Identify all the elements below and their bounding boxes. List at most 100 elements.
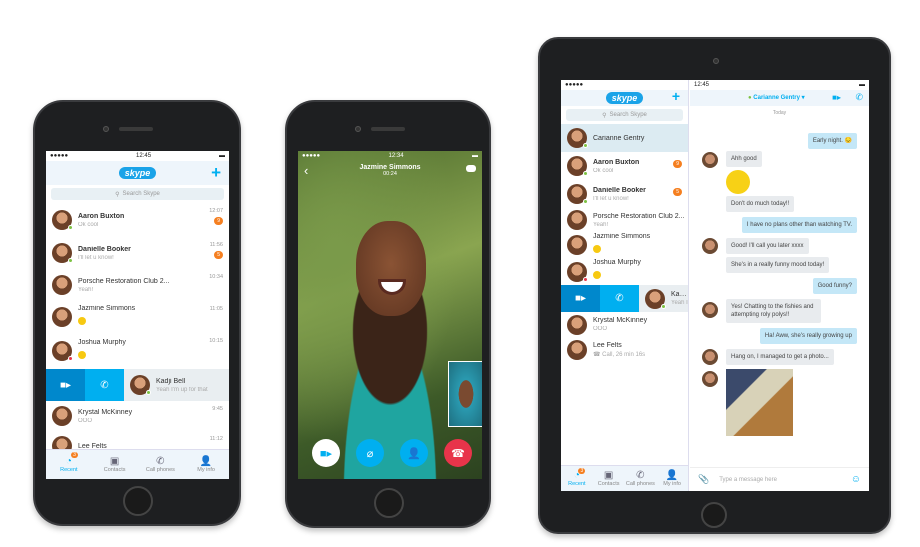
chat-row-text: Porsche Restoration Club 2... Yeah! (593, 213, 688, 228)
person-icon: 👤 (665, 470, 679, 481)
emoticon-icon[interactable]: ☺ (851, 474, 861, 485)
tab-contacts[interactable]: ▣ Contacts (92, 450, 138, 479)
sidebar-header: skype + (561, 88, 688, 106)
chat-list: Aaron Buxton Ok cool 12:07 9 Danielle Booker… (46, 203, 229, 461)
row-meta: 10:15 (209, 338, 223, 344)
caller-name[interactable]: Jazmine Simmons (298, 164, 482, 171)
self-view-video[interactable] (448, 361, 482, 427)
hang-up-button[interactable]: ☎ (444, 439, 472, 467)
chat-row[interactable]: ■▸✆ Kadji Bell Yeah I'm up for this (561, 285, 688, 312)
add-participant-button[interactable]: 👤 (400, 439, 428, 467)
status-time: 12:45 (136, 153, 152, 159)
mic-off-icon: ⌀ (366, 447, 374, 460)
chat-row-text: Krystal McKinney OOO (593, 317, 688, 332)
presence-indicator (68, 225, 73, 230)
contact-name: Porsche Restoration Club 2... (78, 277, 170, 285)
swipe-video-call-button[interactable]: ■▸ (561, 285, 600, 312)
search-icon: ⚲ (602, 112, 607, 119)
avatar (567, 210, 587, 230)
contact-name: Danielle Booker (78, 245, 131, 253)
search-input[interactable]: ⚲ Search Skype (566, 109, 683, 121)
home-button[interactable] (123, 486, 153, 516)
home-button[interactable] (701, 502, 727, 528)
presence-indicator (68, 356, 73, 361)
chat-row[interactable]: Aaron Buxton Ok cool 12:07 9 (46, 203, 229, 237)
chat-row-text: Kadji Bell Yeah I'm up for that (156, 378, 229, 393)
hang-up-icon: ☎ (451, 447, 465, 460)
contact-name: Lee Felts (593, 341, 622, 349)
chat-row[interactable]: Jazmine Simmons (561, 232, 688, 258)
new-chat-button[interactable]: + (211, 163, 221, 183)
chat-row[interactable]: Danielle Booker I'll let u know! 11:56 5 (46, 237, 229, 269)
chat-row-text: Krystal McKinney OOO (78, 409, 229, 424)
tab-badge: 3 (578, 468, 586, 474)
presence-indicator (68, 258, 73, 263)
search-input[interactable]: ⚲ Search Skype (51, 188, 224, 200)
contact-name: Carianne Gentry (593, 134, 645, 142)
speaker (119, 127, 153, 131)
presence-indicator (583, 276, 588, 282)
chat-row[interactable]: ■▸ ✆ Kadji Bell Yeah I'm up for that (46, 369, 229, 401)
timestamp: 9:45 (212, 406, 223, 412)
swipe-call-button[interactable]: ✆ (600, 285, 639, 312)
chat-row[interactable]: Porsche Restoration Club 2... Yeah! 10:34 (46, 269, 229, 301)
timestamp: 10:34 (209, 274, 223, 280)
chat-row[interactable]: Carianne Gentry (561, 124, 688, 152)
tab-call-phones[interactable]: ✆ Call phones (625, 466, 657, 491)
unread-badge: 9 (214, 217, 223, 225)
video-toggle-button[interactable]: ■▸ (312, 439, 340, 467)
presence-indicator (146, 390, 151, 395)
chat-row[interactable]: Krystal McKinney OOO (561, 312, 688, 337)
tab-call-phones[interactable]: ✆ Call phones (138, 450, 184, 479)
sender-avatar (702, 152, 718, 168)
chat-row[interactable]: Jazmine Simmons 11:05 (46, 301, 229, 333)
tab-bar: ◔ 3 Recent ▣ Contacts ✆ Call phones 👤 My info (561, 465, 688, 491)
tab-recent[interactable]: ◔ 3 Recent (561, 466, 593, 491)
person-icon: 👤 (199, 456, 213, 467)
chat-row[interactable]: Lee Felts ☎ Call, 26 min 16s (561, 337, 688, 362)
tab-label: My info (663, 481, 681, 487)
chat-row[interactable]: Aaron Buxton Ok cool 9 (561, 152, 688, 180)
chat-bubble-icon[interactable] (466, 165, 476, 172)
middle-phone: ●●●●● 12:34 ▬ ‹ Jazmine Simmons 00:24 ■▸ ⌀… (285, 100, 491, 528)
status-time: 12:34 (388, 153, 404, 159)
contacts-icon: ▣ (603, 470, 614, 481)
clock-icon: ◔ (65, 456, 72, 467)
row-meta: 9 (673, 157, 682, 168)
avatar (130, 375, 151, 395)
chat-row[interactable]: Joshua Murphy (561, 258, 688, 285)
search-placeholder: Search Skype (122, 191, 160, 197)
chat-row[interactable]: Joshua Murphy 10:15 (46, 333, 229, 369)
chat-list: Carianne Gentry Aaron Buxton Ok cool 9 Danie… (561, 124, 688, 362)
contacts-icon: ▣ (109, 456, 120, 467)
swipe-video-call-button[interactable]: ■▸ (46, 369, 85, 401)
chat-row[interactable]: Krystal McKinney OOO 9:45 (46, 401, 229, 431)
tab-contacts[interactable]: ▣ Contacts (593, 466, 625, 491)
chat-row[interactable]: Danielle Booker I'll let u know! 5 (561, 180, 688, 208)
home-button[interactable] (374, 488, 404, 518)
presence-indicator (583, 171, 588, 176)
message-bubble: Yes! Chatting to the fishies and attempt… (726, 299, 821, 324)
call-phones-icon: ✆ (636, 470, 645, 481)
chat-row[interactable]: Porsche Restoration Club 2... Yeah! (561, 208, 688, 232)
mute-button[interactable]: ⌀ (356, 439, 384, 467)
photo-message[interactable] (726, 369, 793, 436)
tab-label: Contacts (103, 467, 126, 473)
status-bar: ●●●●● 12:34 ▬ (302, 153, 478, 159)
row-meta: 9:45 (212, 406, 223, 412)
tab-my-info[interactable]: 👤 My info (183, 450, 229, 479)
avatar (567, 128, 588, 148)
swipe-call-button[interactable]: ✆ (85, 369, 124, 401)
contact-name: Joshua Murphy (78, 338, 126, 346)
contact-name: Kadji Bell (671, 291, 688, 298)
tab-label: Recent (568, 481, 586, 487)
attach-icon[interactable]: 📎 (698, 474, 709, 485)
row-meta: 12:07 9 (209, 208, 223, 225)
unread-badge: 9 (673, 160, 682, 168)
unread-badge: 5 (214, 251, 223, 259)
new-chat-button[interactable]: + (672, 88, 680, 104)
message-input[interactable]: Type a message here (719, 477, 851, 483)
tab-my-info[interactable]: 👤 My info (656, 466, 688, 491)
tab-recent[interactable]: ◔ 3 Recent (46, 450, 92, 479)
emoticon-icon (593, 271, 601, 279)
